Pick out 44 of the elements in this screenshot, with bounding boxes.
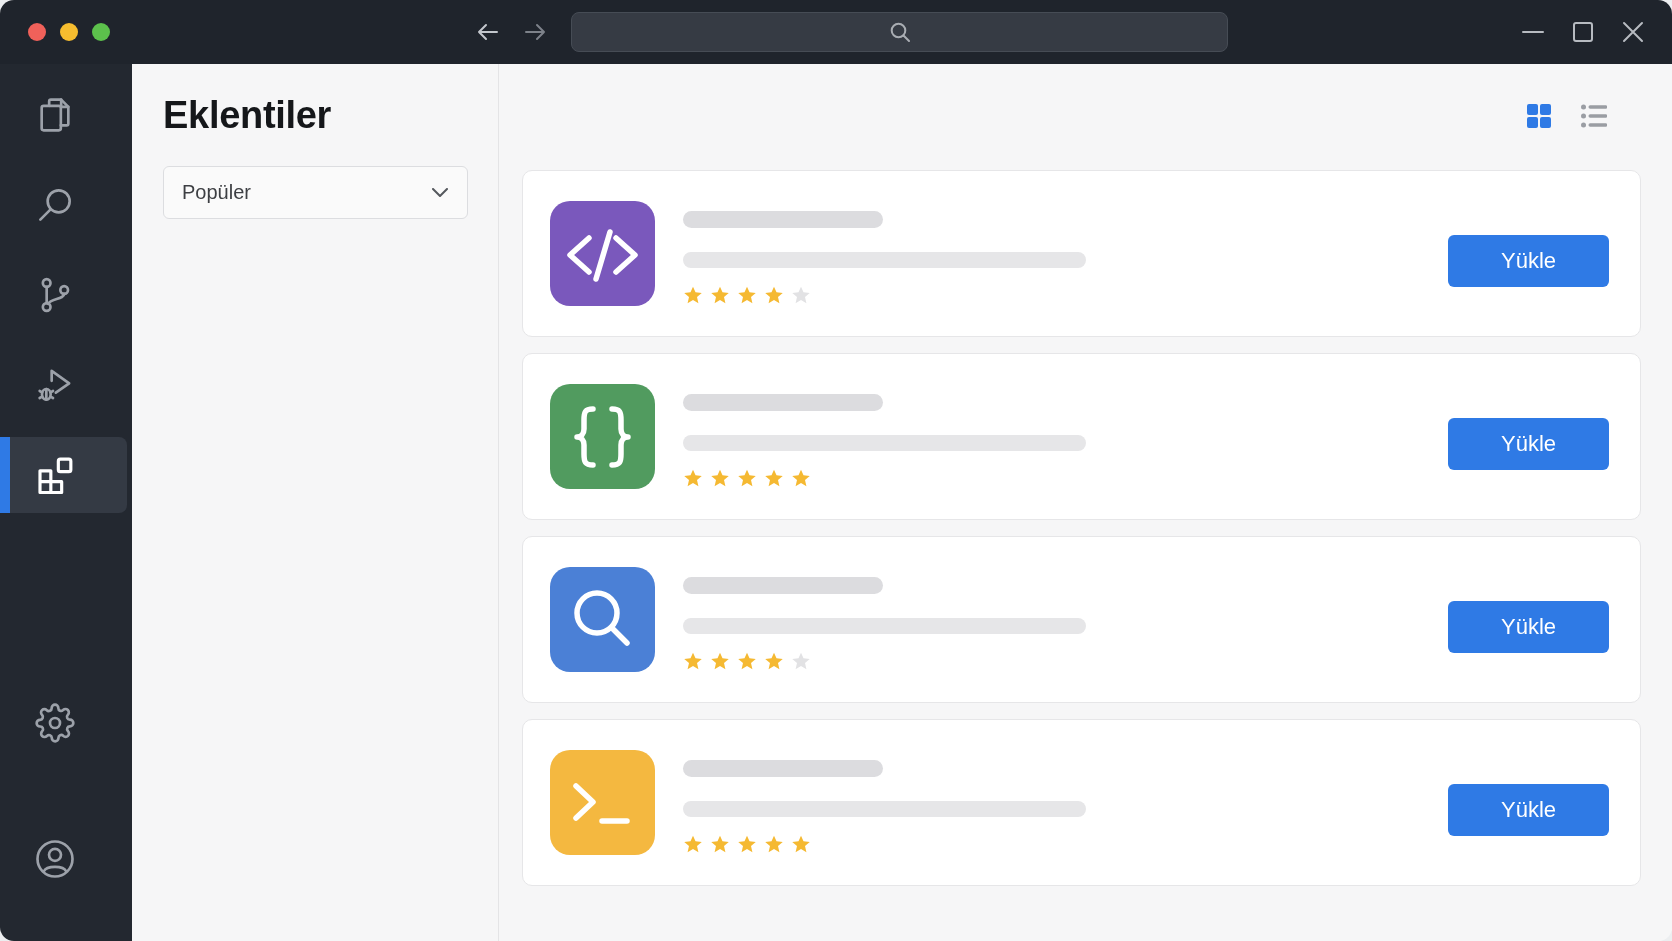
star-icon: [791, 285, 811, 305]
star-icon: [791, 834, 811, 854]
install-button[interactable]: Yükle: [1448, 234, 1609, 287]
chevron-down-icon: [432, 188, 448, 197]
star-icon: [764, 285, 784, 305]
traffic-light-icon[interactable]: [60, 23, 78, 41]
star-icon: [764, 651, 784, 671]
list-icon: [1580, 104, 1607, 128]
search-icon: [889, 22, 910, 42]
back-arrow-icon[interactable]: [477, 21, 499, 43]
grid-view-button[interactable]: [1526, 104, 1551, 128]
extensions-icon: [35, 455, 75, 495]
star-icon: [683, 834, 703, 854]
forward-arrow-icon[interactable]: [524, 21, 546, 43]
minimize-icon[interactable]: [1522, 30, 1544, 34]
close-icon[interactable]: [1622, 21, 1644, 43]
sort-dropdown[interactable]: Popüler: [163, 166, 468, 219]
star-icon: [710, 651, 730, 671]
star-icon: [764, 834, 784, 854]
star-icon: [737, 468, 757, 488]
user-icon: [35, 839, 75, 879]
star-icon: [710, 834, 730, 854]
maximize-icon[interactable]: [1572, 21, 1594, 43]
search-field[interactable]: [571, 12, 1228, 52]
traffic-light-icon[interactable]: [28, 23, 46, 41]
star-icon: [683, 651, 703, 671]
star-icon: [683, 468, 703, 488]
install-button[interactable]: Yükle: [1448, 417, 1609, 470]
traffic-light-icon[interactable]: [92, 23, 110, 41]
star-icon: [737, 834, 757, 854]
star-icon: [791, 468, 811, 488]
star-icon: [764, 468, 784, 488]
gear-icon: [35, 703, 75, 743]
star-icon: [683, 285, 703, 305]
panel-title: Eklentiler: [163, 93, 333, 138]
star-icon: [710, 468, 730, 488]
star-icon: [710, 285, 730, 305]
star-icon: [737, 651, 757, 671]
star-icon: [737, 285, 757, 305]
grid-icon: [1526, 104, 1551, 128]
install-button[interactable]: Yükle: [1448, 600, 1609, 653]
install-button[interactable]: Yükle: [1448, 783, 1609, 836]
sidebar-tab[interactable]: [0, 437, 127, 513]
star-icon: [791, 651, 811, 671]
